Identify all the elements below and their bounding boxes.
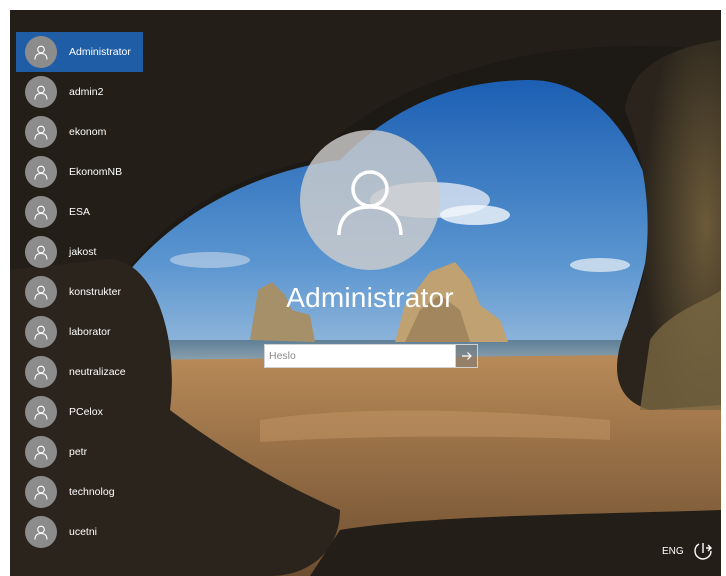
user-item[interactable]: admin2 [16, 72, 143, 112]
user-name: PCelox [69, 406, 103, 418]
user-avatar [25, 116, 57, 148]
user-name: technolog [69, 486, 115, 498]
user-icon [34, 45, 48, 60]
user-icon [34, 85, 48, 100]
user-icon [34, 445, 48, 460]
user-name: admin2 [69, 86, 104, 98]
password-box [264, 344, 478, 368]
arrow-right-icon [461, 352, 472, 360]
user-name: EkonomNB [69, 166, 123, 178]
user-item[interactable]: technolog [16, 472, 143, 512]
user-avatar [25, 276, 57, 308]
language-button[interactable]: ENG [662, 546, 684, 557]
user-item[interactable]: ekonom [16, 112, 143, 152]
selected-user-name: Administrator [286, 282, 454, 313]
user-icon [34, 245, 48, 260]
user-item[interactable]: laborator [16, 312, 143, 352]
user-avatar [25, 316, 57, 348]
user-item[interactable]: EkonomNB [16, 152, 143, 192]
user-avatar [25, 196, 57, 228]
user-icon [34, 125, 48, 140]
user-name: petr [69, 446, 88, 458]
password-input[interactable] [265, 345, 455, 367]
user-name: ESA [69, 206, 91, 218]
user-name: ucetni [69, 526, 98, 538]
user-item[interactable]: konstrukter [16, 272, 143, 312]
user-item[interactable]: PCelox [16, 392, 143, 432]
user-avatar [25, 236, 57, 268]
user-avatar-large [300, 130, 440, 270]
user-icon [34, 525, 48, 540]
user-name: jakost [69, 246, 97, 258]
user-item[interactable]: ucetni [16, 512, 143, 552]
user-avatar [25, 436, 57, 468]
submit-button[interactable] [455, 345, 477, 367]
user-item[interactable]: Administrator [16, 32, 143, 72]
user-item[interactable]: ESA [16, 192, 143, 232]
user-item[interactable]: jakost [16, 232, 143, 272]
user-name: Administrator [69, 46, 131, 58]
user-icon [34, 365, 48, 380]
ease-of-access-icon [694, 543, 712, 560]
login-screen: Administrator admin2 ekonom EkonomNB ESA jako… [10, 10, 721, 576]
user-icon [34, 325, 48, 340]
user-icon [337, 170, 403, 236]
user-name: laborator [69, 326, 111, 338]
user-icon [34, 285, 48, 300]
user-icon [34, 405, 48, 420]
user-avatar [25, 356, 57, 388]
ease-of-access-button[interactable] [692, 540, 714, 562]
user-avatar [25, 476, 57, 508]
user-list: Administrator admin2 ekonom EkonomNB ESA jako… [16, 32, 146, 552]
user-item[interactable]: neutralizace [16, 352, 143, 392]
user-item[interactable]: petr [16, 432, 143, 472]
user-name: neutralizace [69, 366, 126, 378]
user-avatar [25, 396, 57, 428]
user-avatar [25, 36, 57, 68]
user-avatar [25, 76, 57, 108]
user-avatar [25, 516, 57, 548]
user-avatar [25, 156, 57, 188]
user-icon [34, 205, 48, 220]
user-name: ekonom [69, 126, 107, 138]
user-icon [34, 485, 48, 500]
user-name: konstrukter [69, 286, 121, 298]
user-icon [34, 165, 48, 180]
